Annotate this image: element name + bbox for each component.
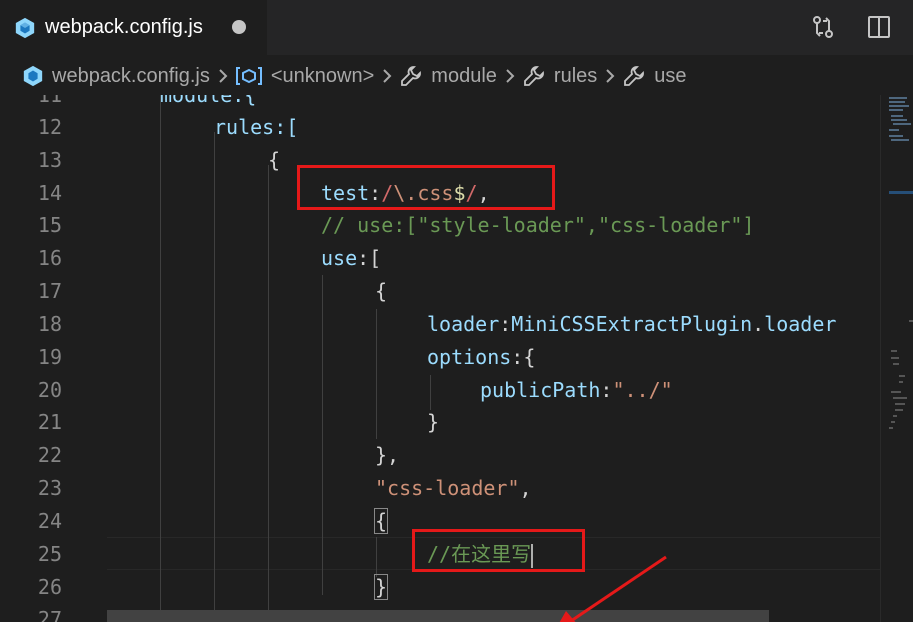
line-number: 17 [37,279,62,303]
code-token: :{ [511,345,536,369]
line-number: 18 [37,312,62,336]
code-token: options [427,345,512,369]
code-line-16: use:[ [321,242,381,275]
code-token: "css-loader" [375,476,520,500]
code-line-24: { [373,505,389,538]
chevron-right-icon [218,68,228,84]
code-token: "../" [612,378,673,402]
matched-bracket: } [373,574,389,600]
breadcrumb-symbol-unknown[interactable]: <unknown> [235,65,374,88]
code-line-12: rules:[ [214,111,298,144]
breadcrumb-symbol-label: module [431,64,497,87]
code-token: MiniCSSExtractPlugin [511,312,753,336]
chevron-right-icon [605,68,615,84]
code-line-26: } [373,571,389,604]
indent-guide [430,375,431,410]
line-number: 11 [37,95,62,107]
annotation-box-test [297,165,555,210]
code-token: use [321,246,358,270]
line-number: 25 [37,542,62,566]
editor-tab-webpack-config[interactable]: webpack.config.js [0,0,267,55]
code-line-19: options:{ [427,341,535,374]
unsaved-dot-icon[interactable] [232,20,246,34]
line-number: 22 [37,443,62,467]
code-token: loader [427,312,500,336]
breadcrumb-symbol-module[interactable]: module [399,64,497,88]
indent-guide [214,132,215,622]
breadcrumb-symbol-label: rules [553,64,598,87]
line-number: 26 [37,575,62,599]
wrench-icon [524,66,544,86]
split-editor-icon[interactable] [864,12,894,42]
matched-bracket: { [373,508,389,534]
code-line-23: "css-loader", [375,472,532,505]
indent-guide [376,309,377,439]
code-line-20: publicPath:"../" [480,374,673,407]
tab-bar: webpack.config.js [0,0,913,55]
git-compare-icon[interactable] [808,12,838,42]
line-number: 23 [37,476,62,500]
code-token: rules:[ [214,115,299,139]
code-line-15: // use:["style-loader","css-loader"] [321,213,755,237]
code-editor[interactable]: 11 12 13 14 15 16 17 18 19 20 21 22 23 2… [0,95,913,622]
code-token: loader [764,312,837,336]
wrench-icon [624,66,645,86]
code-token: , [519,476,532,500]
code-token: : [499,312,512,336]
code-line-13: { [268,148,281,172]
wrench-icon [401,66,422,86]
webpack-file-icon [23,65,43,87]
webpack-file-icon [15,17,35,38]
annotation-arrow-icon [559,555,667,622]
line-number: 19 [37,345,62,369]
code-token: module:{ [160,95,257,107]
chevron-right-icon [505,68,515,84]
code-token: publicPath [480,378,601,402]
code-token: : [600,378,613,402]
line-number: 21 [37,410,62,434]
indent-guide [268,165,269,622]
chevron-right-icon [382,68,392,84]
code-line-18: loader:MiniCSSExtractPlugin.loader [427,308,836,341]
code-line-22: }, [375,443,400,467]
line-number: 14 [37,181,62,205]
line-number: 16 [37,246,62,270]
line-number: 27 [37,607,62,622]
indent-guide [160,95,161,622]
code-line-21: } [427,410,440,434]
code-token: :[ [357,246,382,270]
line-number: 24 [37,509,62,533]
line-number: 13 [37,148,62,172]
breadcrumb-symbol-label: use [654,64,687,87]
breadcrumb-file[interactable]: webpack.config.js [22,65,210,88]
indent-guide [322,275,323,595]
minimap[interactable] [880,95,913,622]
code-line-11: module:{ [160,95,256,112]
tab-title: webpack.config.js [45,16,203,38]
breadcrumb-symbol-label: <unknown> [270,64,375,87]
code-token: . [752,312,765,336]
breadcrumb-symbol-rules[interactable]: rules [522,64,597,88]
line-number: 20 [37,378,62,402]
line-number: 15 [37,213,62,237]
code-line-17: { [375,279,388,303]
line-number: 12 [37,115,62,139]
variable-symbol-icon [235,67,262,85]
breadcrumb-file-label: webpack.config.js [52,64,210,87]
breadcrumb: webpack.config.js <unknown> module rules [0,55,913,97]
breadcrumb-symbol-use[interactable]: use [622,64,687,88]
